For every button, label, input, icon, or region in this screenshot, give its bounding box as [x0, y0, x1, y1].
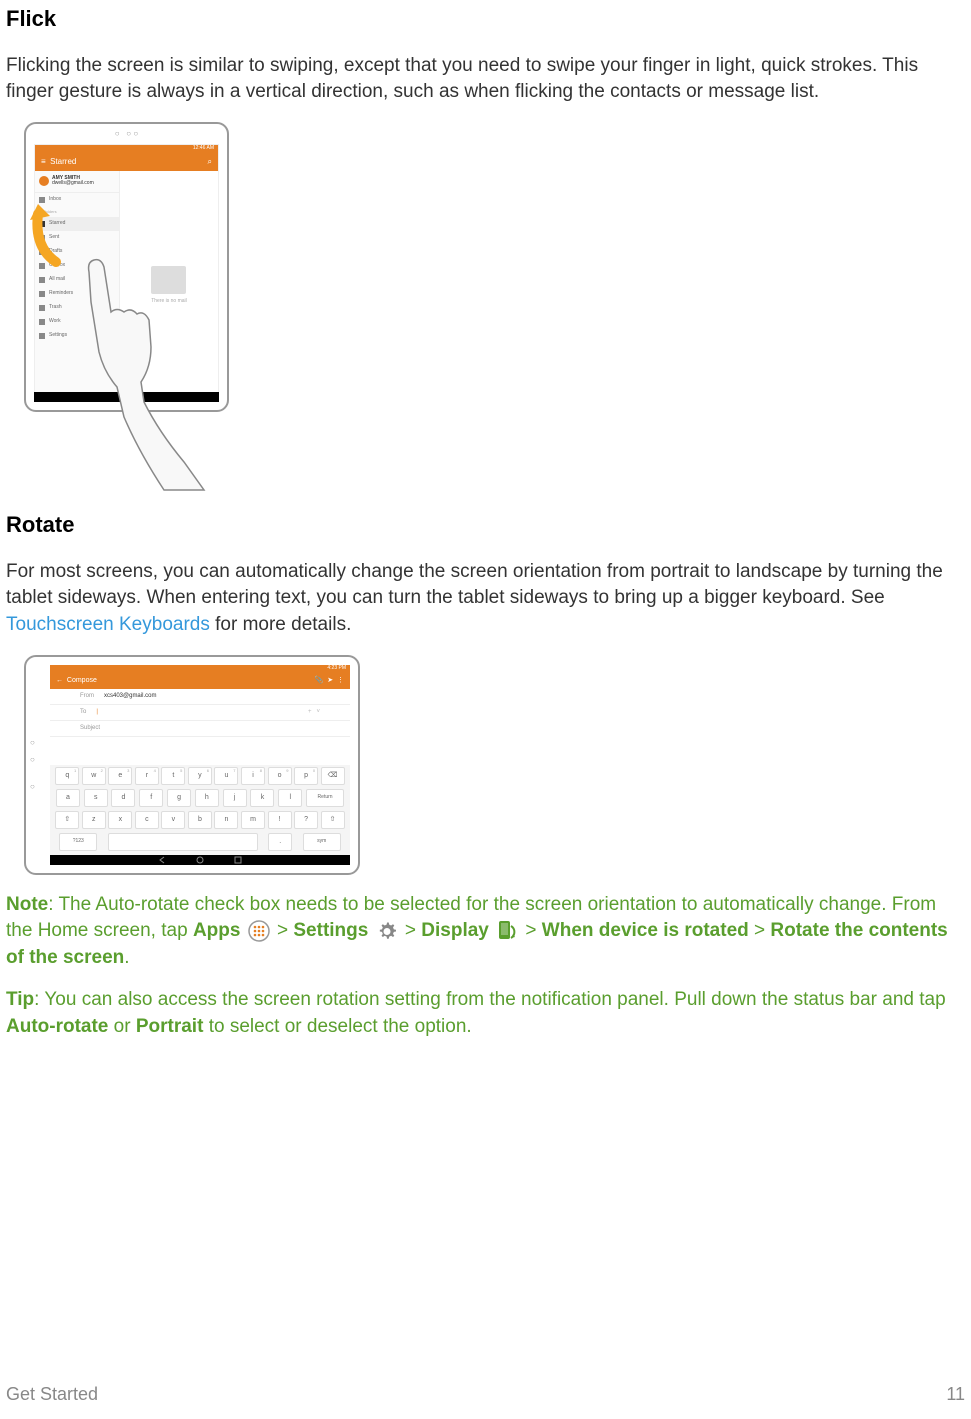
to-field: To | + ˅ [50, 705, 350, 721]
key: 4r [135, 767, 159, 785]
key: d [111, 789, 135, 807]
note-paragraph: Note: The Auto-rotate check box needs to… [6, 892, 965, 972]
tablet-device-landscape: ○○○ 4:23 PM ← Compose 📎 ➤ ⋮ From xcs403@… [24, 655, 360, 875]
key-row-4: ?123 . sym [50, 831, 350, 853]
header-title: Starred [50, 157, 76, 166]
from-field: From xcs403@gmail.com [50, 689, 350, 705]
key: s [84, 789, 108, 807]
key: 0p [294, 767, 318, 785]
recent-icon [234, 856, 242, 864]
tablet-camera-column: ○○○ [30, 737, 35, 793]
key-row-3: ⇧ z x c v b n m ! ? ⇧ [50, 809, 350, 831]
key: ? [294, 811, 318, 829]
key-row-2: a s d f g h j k l Return [50, 787, 350, 809]
space-key [108, 833, 258, 851]
key: b [188, 811, 212, 829]
flick-illustration: ○ ○ ○ 12:46 AM ≡ Starred ⌕ AMY SMITH dwe… [24, 122, 229, 502]
key: 5t [161, 767, 185, 785]
sidebar-account: AMY SMITH dwells@gmail.com [35, 171, 119, 193]
key: . [268, 833, 292, 851]
key: ! [268, 811, 292, 829]
symbols-key: ?123 [59, 833, 97, 851]
key: 2w [82, 767, 106, 785]
touchscreen-keyboards-link[interactable]: Touchscreen Keyboards [6, 614, 210, 635]
tablet-screen-landscape: 4:23 PM ← Compose 📎 ➤ ⋮ From xcs403@gmai… [50, 665, 350, 865]
app-header: ≡ Starred ⌕ [35, 153, 218, 171]
key: h [195, 789, 219, 807]
key-row-1: 1q 2w 3e 4r 5t 6y 7u 8i 9o 0p ⌫ [50, 765, 350, 787]
shift-key: ⇧ [55, 811, 79, 829]
note-label: Note [6, 894, 48, 915]
flick-heading: Flick [6, 4, 965, 35]
apps-icon [248, 920, 270, 942]
key: j [223, 789, 247, 807]
key: x [108, 811, 132, 829]
status-time: 12:46 AM [193, 145, 214, 152]
key: 6y [188, 767, 212, 785]
avatar [39, 176, 49, 186]
key: l [278, 789, 302, 807]
back-icon [158, 856, 166, 864]
home-icon [196, 856, 204, 864]
key: 3e [108, 767, 132, 785]
sym-key: sym [303, 833, 341, 851]
nav-bar [50, 855, 350, 865]
key: c [135, 811, 159, 829]
key: g [167, 789, 191, 807]
tablet-camera-row: ○ ○ ○ [26, 128, 227, 139]
flick-body: Flicking the screen is similar to swipin… [6, 53, 965, 106]
from-value: xcs403@gmail.com [104, 692, 156, 700]
page-footer: Get Started 11 [6, 1382, 965, 1407]
rotate-body: For most screens, you can automatically … [6, 559, 965, 639]
status-time: 4:23 PM [327, 665, 346, 672]
status-bar: 12:46 AM [35, 145, 218, 153]
compose-actions: 📎 ➤ ⋮ [315, 676, 344, 686]
hand-pointing-icon [69, 252, 209, 492]
tip-label: Tip [6, 989, 34, 1010]
display-icon [496, 920, 518, 942]
key: f [139, 789, 163, 807]
compose-header: ← Compose 📎 ➤ ⋮ [50, 673, 350, 689]
key: m [241, 811, 265, 829]
return-key: Return [306, 789, 344, 807]
user-email: dwells@gmail.com [52, 181, 94, 187]
key: a [56, 789, 80, 807]
rotate-illustration: ○○○ 4:23 PM ← Compose 📎 ➤ ⋮ From xcs403@… [24, 655, 364, 880]
footer-section: Get Started [6, 1382, 98, 1407]
subject-field: Subject [50, 721, 350, 737]
key: 7u [214, 767, 238, 785]
key: 1q [55, 767, 79, 785]
backspace-key: ⌫ [321, 767, 345, 785]
flick-arrow-icon [26, 202, 71, 267]
key: v [161, 811, 185, 829]
shift-key: ⇧ [321, 811, 345, 829]
footer-page-number: 11 [946, 1382, 965, 1407]
search-icon: ⌕ [208, 156, 212, 167]
key: k [250, 789, 274, 807]
rotate-heading: Rotate [6, 510, 965, 541]
compose-title: Compose [67, 677, 97, 684]
key: 9o [268, 767, 292, 785]
key: 8i [241, 767, 265, 785]
status-bar: 4:23 PM [50, 665, 350, 673]
key: z [82, 811, 106, 829]
tip-paragraph: Tip: You can also access the screen rota… [6, 987, 965, 1040]
keyboard: 1q 2w 3e 4r 5t 6y 7u 8i 9o 0p ⌫ a s d f [50, 765, 350, 855]
key: n [214, 811, 238, 829]
settings-icon [376, 920, 398, 942]
